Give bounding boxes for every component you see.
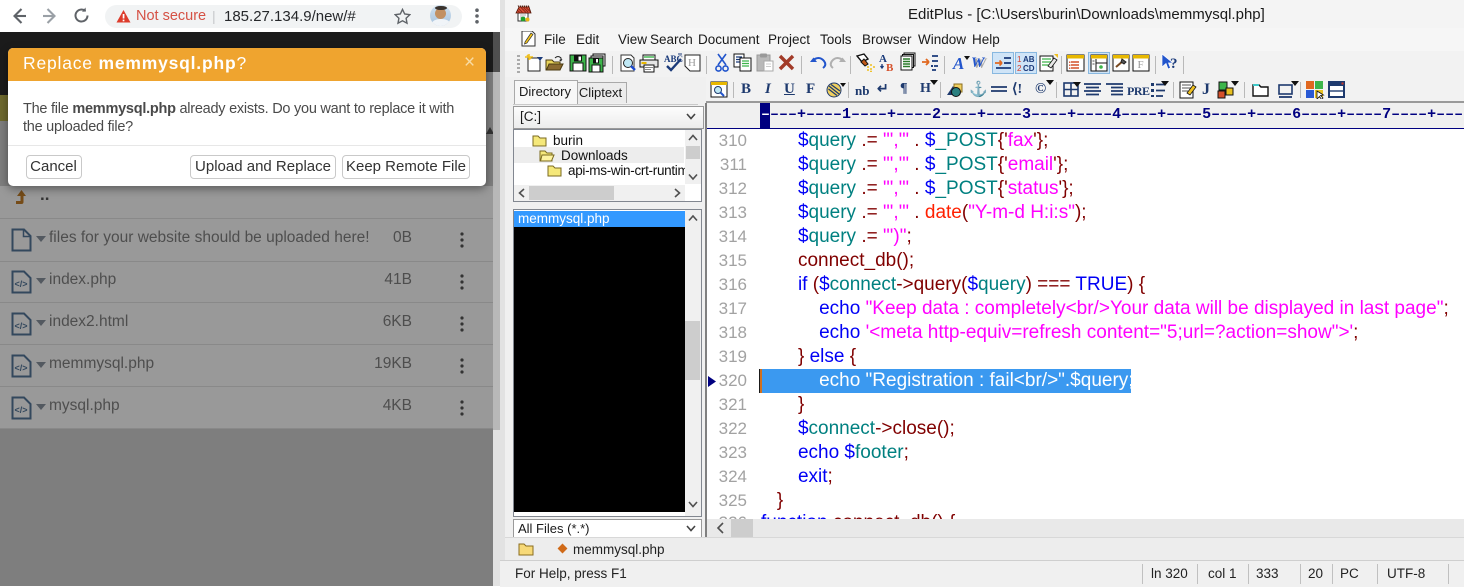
svg-text:B: B	[886, 62, 894, 72]
svg-text:CD: CD	[1023, 64, 1035, 72]
svg-text:1: 1	[1017, 55, 1022, 64]
svg-text:W: W	[971, 55, 986, 71]
svg-text:2: 2	[1017, 64, 1022, 72]
svg-text:?: ?	[1170, 56, 1178, 72]
svg-text:H: H	[688, 57, 696, 69]
svg-text:AB: AB	[1023, 55, 1035, 64]
svg-text:A: A	[952, 54, 964, 72]
svg-text:F: F	[1138, 59, 1144, 71]
